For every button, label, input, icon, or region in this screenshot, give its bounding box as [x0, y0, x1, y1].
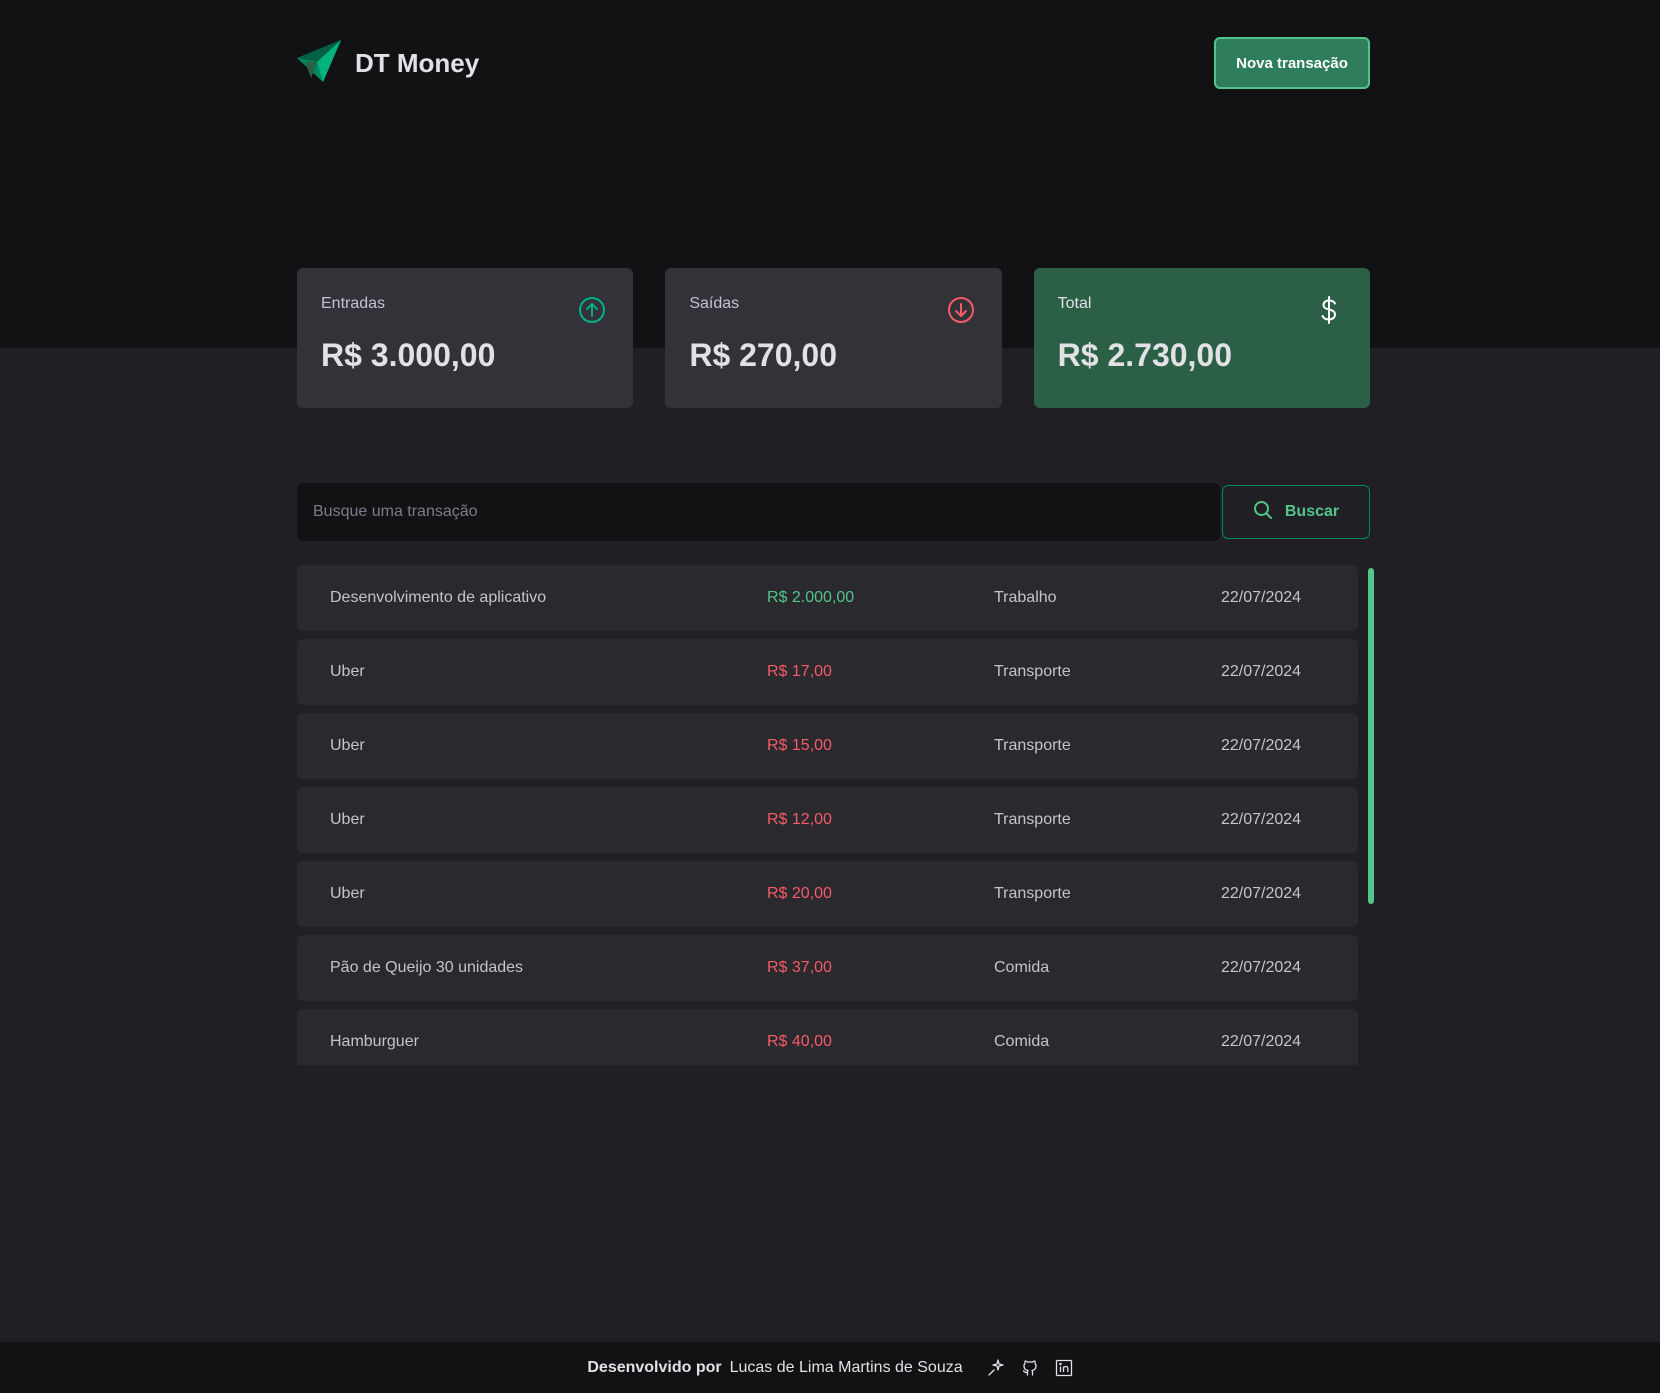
transaction-date: 22/07/2024: [1221, 1033, 1302, 1050]
transaction-amount: R$ 40,00: [767, 1033, 832, 1050]
footer-prefix: Desenvolvido por: [587, 1358, 722, 1376]
footer-author: Lucas de Lima Martins de Souza: [729, 1358, 963, 1376]
transaction-description: Uber: [330, 885, 365, 902]
github-icon[interactable]: [1021, 1359, 1039, 1377]
search-icon: [1253, 500, 1273, 525]
search-input[interactable]: [297, 483, 1220, 541]
transaction-description: Uber: [330, 737, 365, 754]
transaction-description: Hamburguer: [330, 1033, 419, 1050]
transaction-date: 22/07/2024: [1221, 885, 1302, 902]
sparkle-icon[interactable]: [987, 1358, 1005, 1377]
new-transaction-button[interactable]: Nova transação: [1214, 37, 1370, 89]
search-button[interactable]: Buscar: [1222, 485, 1370, 539]
transaction-category: Transporte: [994, 811, 1071, 828]
transaction-row[interactable]: Pão de Queijo 30 unidades R$ 37,00 Comida 2…: [297, 935, 1358, 1001]
footer: Desenvolvido por Lucas de Lima Martins d…: [0, 1342, 1660, 1393]
income-value: R$ 3.000,00: [321, 337, 496, 373]
transaction-category: Transporte: [994, 663, 1071, 680]
transaction-amount: R$ 17,00: [767, 663, 832, 680]
paper-plane-logo-icon: [297, 39, 341, 87]
transactions-table: Desenvolvimento de aplicativo R$ 2.000,00…: [297, 565, 1374, 1065]
app-header: DT Money Nova transação: [297, 37, 1370, 89]
transaction-row[interactable]: Uber R$ 12,00 Transporte 22/07/2024: [297, 787, 1358, 853]
transaction-category: Transporte: [994, 737, 1071, 754]
outcome-value: R$ 270,00: [689, 337, 837, 373]
brand: DT Money: [297, 39, 480, 87]
total-card: Total R$ 2.730,00: [1033, 268, 1370, 408]
scrollbar[interactable]: [1368, 568, 1374, 904]
transaction-amount: R$ 15,00: [767, 737, 832, 754]
transaction-row[interactable]: Desenvolvimento de aplicativo R$ 2.000,00…: [297, 565, 1358, 631]
transaction-row[interactable]: Hamburguer R$ 40,00 Comida 22/07/2024: [297, 1009, 1358, 1065]
outcome-card: Saídas R$ 270,00: [665, 268, 1002, 408]
transaction-amount: R$ 37,00: [767, 959, 832, 976]
search-form: Buscar: [297, 483, 1370, 541]
app-title: DT Money: [355, 47, 480, 78]
transaction-date: 22/07/2024: [1221, 663, 1302, 680]
total-label: Total: [1057, 295, 1092, 312]
transaction-date: 22/07/2024: [1221, 589, 1302, 606]
income-card: Entradas R$ 3.000,00: [297, 268, 634, 408]
transaction-description: Pão de Queijo 30 unidades: [330, 959, 524, 976]
search-button-label: Buscar: [1284, 503, 1340, 520]
transaction-description: Uber: [330, 811, 365, 828]
transaction-amount: R$ 20,00: [767, 885, 832, 902]
transaction-description: Uber: [330, 663, 365, 680]
transaction-category: Transporte: [994, 885, 1071, 902]
income-label: Entradas: [321, 295, 386, 312]
total-value: R$ 2.730,00: [1057, 337, 1233, 373]
arrow-circle-down-icon: [946, 295, 976, 325]
transaction-row[interactable]: Uber R$ 15,00 Transporte 22/07/2024: [297, 713, 1358, 779]
transaction-category: Comida: [994, 1033, 1050, 1050]
transaction-date: 22/07/2024: [1221, 959, 1302, 976]
transactions-list: Desenvolvimento de aplicativo R$ 2.000,00…: [297, 565, 1374, 1065]
summary-cards: Entradas R$ 3.000,00 Saídas R$ 270,00 To…: [297, 268, 1370, 408]
transaction-date: 22/07/2024: [1221, 811, 1302, 828]
transaction-row[interactable]: Uber R$ 17,00 Transporte 22/07/2024: [297, 639, 1358, 705]
transaction-amount: R$ 12,00: [767, 811, 832, 828]
outcome-label: Saídas: [689, 295, 740, 312]
transaction-row[interactable]: Uber R$ 20,00 Transporte 22/07/2024: [297, 861, 1358, 927]
transaction-category: Trabalho: [994, 589, 1057, 606]
currency-dollar-icon: [1314, 295, 1344, 325]
transaction-description: Desenvolvimento de aplicativo: [330, 589, 547, 606]
transaction-date: 22/07/2024: [1221, 737, 1302, 754]
transaction-category: Comida: [994, 959, 1050, 976]
linkedin-icon[interactable]: [1055, 1359, 1073, 1377]
arrow-circle-up-icon: [577, 295, 607, 325]
transaction-amount: R$ 2.000,00: [767, 589, 855, 606]
